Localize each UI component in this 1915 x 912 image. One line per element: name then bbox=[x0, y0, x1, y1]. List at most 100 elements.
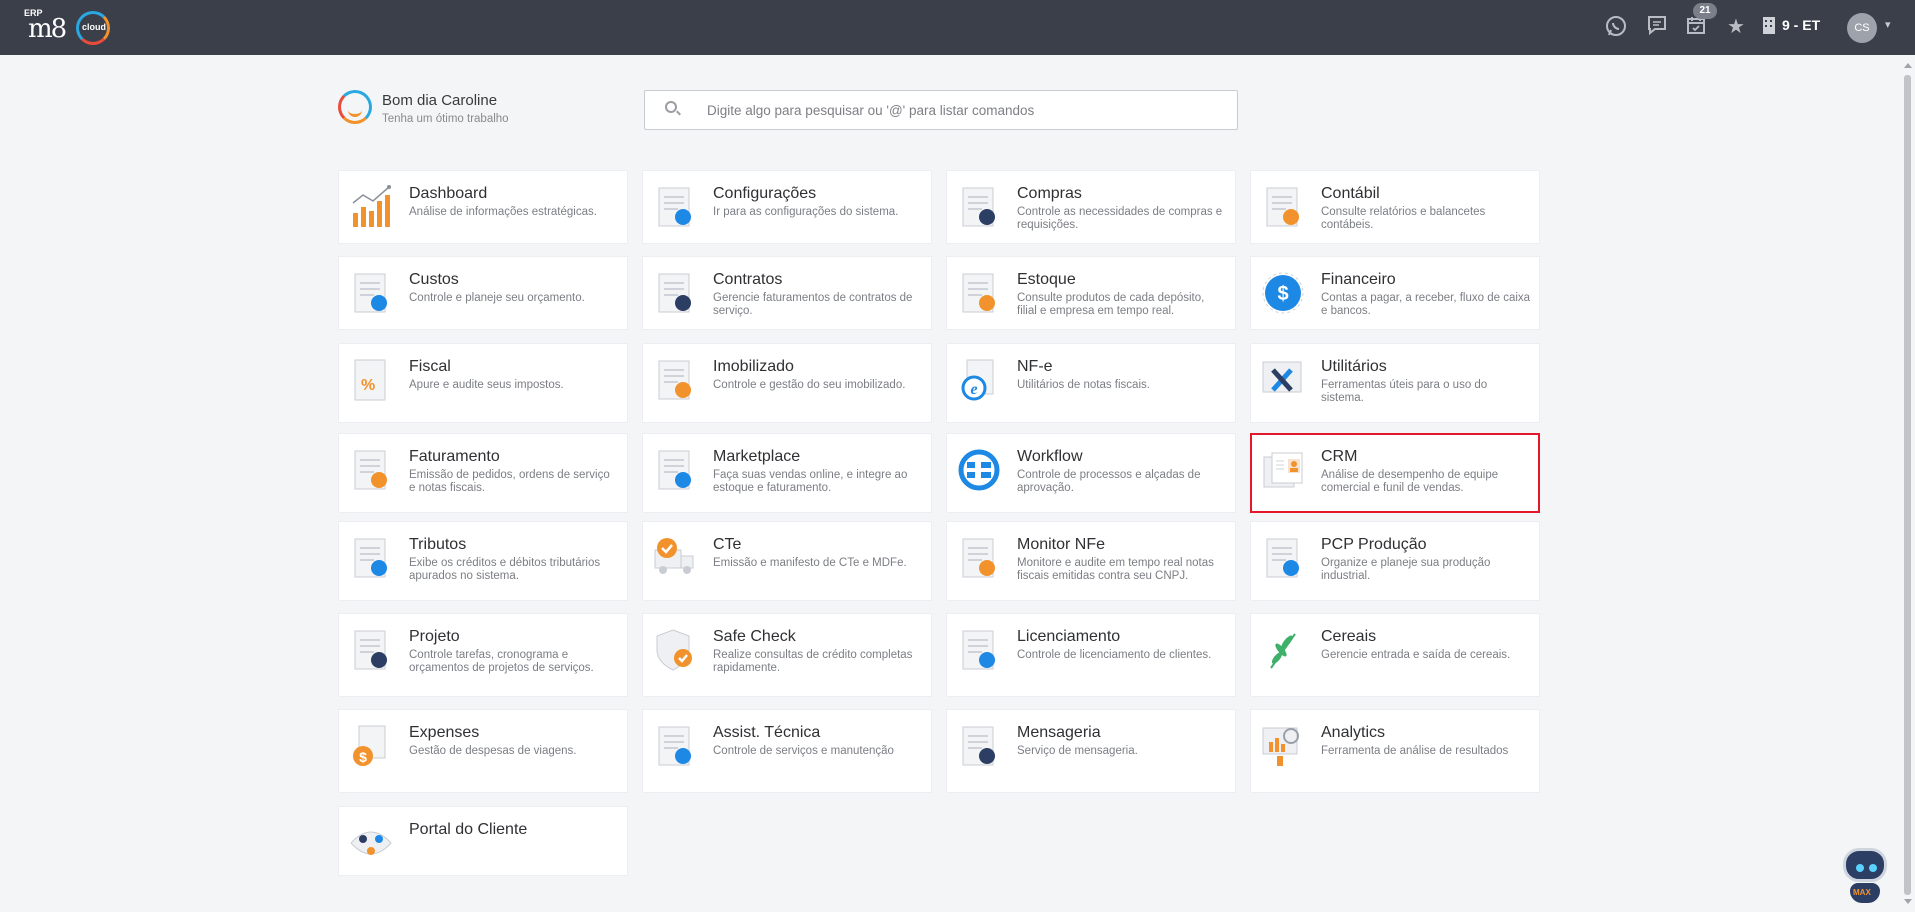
svg-text:$: $ bbox=[359, 749, 367, 765]
module-title: Custos bbox=[409, 271, 459, 288]
module-description: Controle as necessidades de compras e re… bbox=[1017, 206, 1223, 231]
module-card-cte[interactable]: CTe Emissão e manifesto de CTe e MDFe. bbox=[642, 521, 932, 601]
module-card-safe-check[interactable]: Safe Check Realize consultas de crédito c… bbox=[642, 613, 932, 697]
module-title: Financeiro bbox=[1321, 271, 1396, 288]
module-title: Analytics bbox=[1321, 724, 1386, 741]
module-card-expenses[interactable]: $ Expenses Gestão de despesas de viagens. bbox=[338, 709, 628, 793]
scroll-up-arrow[interactable] bbox=[1904, 63, 1912, 68]
module-card-compras[interactable]: Compras Controle as necessidades de compr… bbox=[946, 170, 1236, 244]
svg-text:e: e bbox=[970, 381, 977, 398]
module-description: Ferramentas úteis para o uso do sistema. bbox=[1321, 379, 1488, 404]
user-avatar[interactable]: CS bbox=[1847, 13, 1877, 43]
module-card-analytics[interactable]: Analytics Ferramenta de análise de result… bbox=[1250, 709, 1540, 793]
module-card-crm[interactable]: CRM Análise de desempenho de equipe comer… bbox=[1250, 433, 1540, 513]
smile-logo-icon bbox=[338, 90, 372, 124]
module-description: Análise de desempenho de equipe comercia… bbox=[1321, 469, 1499, 494]
module-description: Controle e gestão do seu imobilizado. bbox=[713, 379, 906, 391]
chevron-down-icon[interactable]: ▾ bbox=[1885, 18, 1891, 31]
module-description: Controle e planeje seu orçamento. bbox=[409, 292, 585, 304]
scrollbar-thumb[interactable] bbox=[1904, 75, 1911, 895]
module-card-workflow[interactable]: Workflow Controle de processos e alçadas … bbox=[946, 433, 1236, 513]
erp-logo[interactable]: ERP m8 cloud bbox=[24, 8, 114, 48]
contract-icon bbox=[653, 271, 697, 315]
module-card-monitor-nfe[interactable]: Monitor NFe Monitore e audite em tempo re… bbox=[946, 521, 1236, 601]
module-description: Ferramenta de análise de resultados bbox=[1321, 745, 1509, 757]
module-description: Consulte produtos de cada depósito, fili… bbox=[1017, 292, 1205, 317]
module-description: Gerencie faturamentos de contratos de se… bbox=[713, 292, 913, 317]
module-card-projeto[interactable]: Projeto Controle tarefas, cronograma e or… bbox=[338, 613, 628, 697]
module-card-portal-do-cliente[interactable]: Portal do Cliente bbox=[338, 806, 628, 876]
module-title: NF-e bbox=[1017, 358, 1053, 375]
search-box[interactable] bbox=[644, 90, 1238, 130]
shopping-cart-icon bbox=[957, 185, 1001, 229]
module-title: Dashboard bbox=[409, 185, 488, 202]
module-card-financeiro[interactable]: $ Financeiro Contas a pagar, a receber, fl… bbox=[1250, 256, 1540, 330]
logo-mark: m8 bbox=[28, 14, 67, 44]
module-card-dashboard[interactable]: Dashboard Análise de informações estratég… bbox=[338, 170, 628, 244]
module-title: Utilitários bbox=[1321, 358, 1387, 375]
module-title: Contábil bbox=[1321, 185, 1380, 202]
module-card-fiscal[interactable]: % Fiscal Apure e audite seus impostos. bbox=[338, 343, 628, 423]
dollar-circle-icon: $ bbox=[1261, 271, 1305, 315]
vertical-scrollbar[interactable] bbox=[1900, 55, 1915, 912]
calculator-icon bbox=[1261, 185, 1305, 229]
expense-coin-icon: $ bbox=[349, 724, 393, 768]
module-card-utilitarios[interactable]: Utilitários Ferramentas úteis para o uso … bbox=[1250, 343, 1540, 423]
module-title: CRM bbox=[1321, 448, 1358, 465]
module-description: Emissão de pedidos, ordens de serviço e … bbox=[409, 469, 610, 494]
top-bar: ERP m8 cloud 21 ★ 9 - ET CS ▾ bbox=[0, 0, 1915, 55]
module-title: Marketplace bbox=[713, 448, 801, 465]
module-description: Ir para as configurações do sistema. bbox=[713, 206, 899, 218]
bar-chart-icon bbox=[349, 185, 393, 229]
search-input[interactable] bbox=[707, 99, 1227, 121]
module-card-contabil[interactable]: Contábil Consulte relatórios e balancetes… bbox=[1250, 170, 1540, 244]
module-description: Controle de licenciamento de clientes. bbox=[1017, 649, 1212, 661]
module-description: Serviço de mensageria. bbox=[1017, 745, 1138, 757]
module-description: Controle tarefas, cronograma e orçamento… bbox=[409, 649, 594, 674]
workflow-icon bbox=[957, 448, 1001, 492]
module-description: Organize e planeje sua produção industri… bbox=[1321, 557, 1491, 582]
module-description: Utilitários de notas fiscais. bbox=[1017, 379, 1150, 391]
module-title: Configurações bbox=[713, 185, 817, 202]
grain-leaf-icon bbox=[1261, 628, 1305, 672]
module-description: Análise de informações estratégicas. bbox=[409, 206, 597, 218]
chat-icon[interactable] bbox=[1644, 14, 1670, 40]
billing-hand-icon bbox=[349, 448, 393, 492]
star-icon[interactable]: ★ bbox=[1723, 14, 1749, 40]
module-card-tributos[interactable]: Tributos Exibe os créditos e débitos trib… bbox=[338, 521, 628, 601]
tax-transfer-icon bbox=[349, 536, 393, 580]
module-title: PCP Produção bbox=[1321, 536, 1427, 553]
robot-eye bbox=[1869, 864, 1877, 872]
module-card-estoque[interactable]: Estoque Consulte produtos de cada depósit… bbox=[946, 256, 1236, 330]
module-card-configuracoes[interactable]: Configurações Ir para as configurações do… bbox=[642, 170, 932, 244]
module-card-licenciamento[interactable]: Licenciamento Controle de licenciamento d… bbox=[946, 613, 1236, 697]
scroll-down-arrow[interactable] bbox=[1904, 899, 1912, 904]
module-card-mensageria[interactable]: Mensageria Serviço de mensageria. bbox=[946, 709, 1236, 793]
calendar-badge: 21 bbox=[1693, 3, 1717, 19]
module-card-pcp-producao[interactable]: PCP Produção Organize e planeje sua produ… bbox=[1250, 521, 1540, 601]
module-title: Compras bbox=[1017, 185, 1082, 202]
whatsapp-icon[interactable] bbox=[1603, 14, 1629, 40]
module-description: Realize consultas de crédito completas r… bbox=[713, 649, 913, 674]
e-document-icon: e bbox=[957, 358, 1001, 402]
module-card-imobilizado[interactable]: Imobilizado Controle e gestão do seu imob… bbox=[642, 343, 932, 423]
module-title: Assist. Técnica bbox=[713, 724, 821, 741]
truck-check-icon bbox=[653, 536, 697, 580]
module-card-contratos[interactable]: Contratos Gerencie faturamentos de contra… bbox=[642, 256, 932, 330]
cost-coin-icon bbox=[349, 271, 393, 315]
module-card-cereais[interactable]: Cereais Gerencie entrada e saída de cerea… bbox=[1250, 613, 1540, 697]
module-title: Mensageria bbox=[1017, 724, 1101, 741]
logo-suffix: cloud bbox=[82, 22, 106, 32]
module-card-custos[interactable]: Custos Controle e planeje seu orçamento. bbox=[338, 256, 628, 330]
module-description: Consulte relatórios e balancetes contábe… bbox=[1321, 206, 1486, 231]
module-card-nf-e[interactable]: e NF-e Utilitários de notas fiscais. bbox=[946, 343, 1236, 423]
module-title: Portal do Cliente bbox=[409, 821, 528, 838]
company-selector[interactable]: 9 - ET bbox=[1782, 17, 1820, 33]
module-card-assist-tecnica[interactable]: Assist. Técnica Controle de serviços e ma… bbox=[642, 709, 932, 793]
search-icon bbox=[665, 101, 677, 113]
shield-check-icon bbox=[653, 628, 697, 672]
module-card-faturamento[interactable]: Faturamento Emissão de pedidos, ordens de… bbox=[338, 433, 628, 513]
max-assistant[interactable]: MAX bbox=[1838, 845, 1892, 905]
module-card-marketplace[interactable]: Marketplace Faça suas vendas online, e in… bbox=[642, 433, 932, 513]
warehouse-icon bbox=[957, 271, 1001, 315]
